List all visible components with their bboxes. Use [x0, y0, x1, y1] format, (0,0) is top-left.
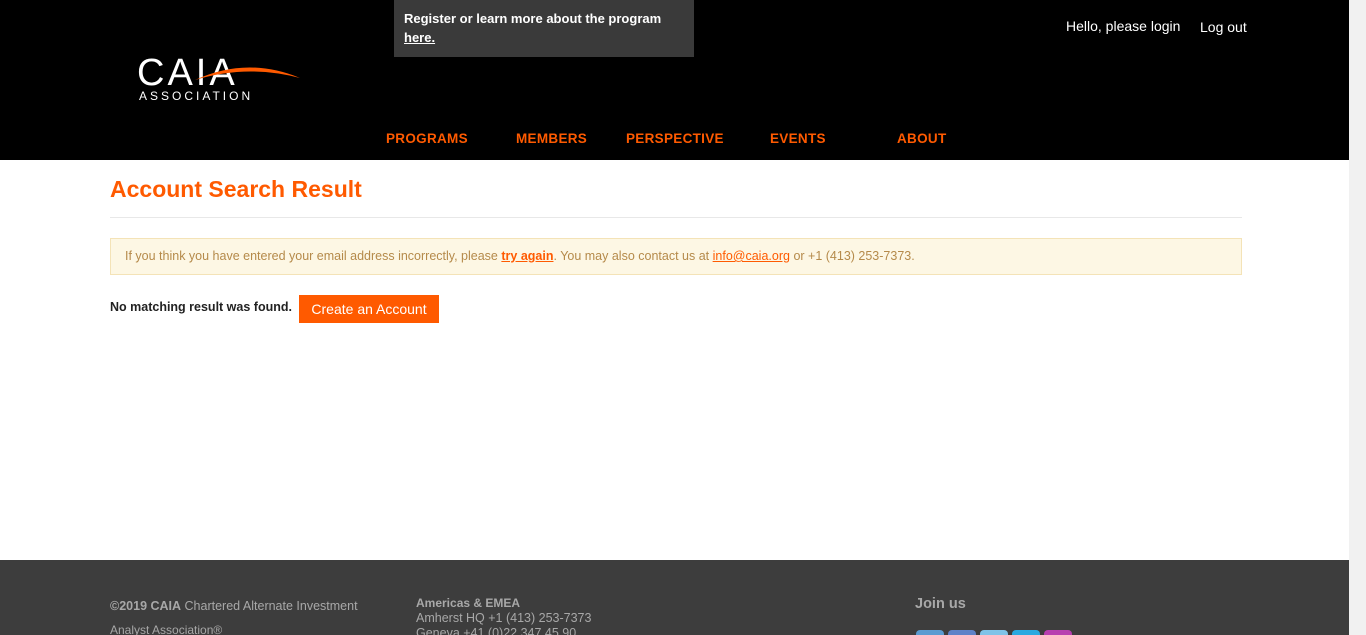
page-scrollbar[interactable]: [1349, 0, 1366, 635]
info-alert: If you think you have entered your email…: [110, 238, 1242, 275]
facebook-icon[interactable]: [948, 630, 976, 635]
join-us-heading: Join us: [915, 596, 966, 612]
alert-prefix: If you think you have entered your email…: [125, 249, 498, 263]
twitter-icon[interactable]: [1012, 630, 1040, 635]
social-links: [916, 630, 1072, 635]
login-greeting[interactable]: Hello, please login: [1066, 18, 1180, 34]
nav-about[interactable]: ABOUT: [897, 131, 947, 146]
copyright-line-2: Analyst Association®: [110, 623, 223, 635]
title-divider: [110, 217, 1242, 218]
nav-events[interactable]: EVENTS: [770, 131, 826, 146]
promo-link[interactable]: here.: [404, 30, 435, 45]
create-account-button[interactable]: Create an Account: [299, 295, 439, 323]
try-again-link[interactable]: try again: [501, 249, 553, 263]
copyright-year: ©2019 CAIA: [110, 599, 182, 613]
caia-logo[interactable]: CAIA ASSOCIATION: [137, 48, 302, 104]
alert-suffix: or +1 (413) 253-7373.: [793, 249, 915, 263]
main-nav: PROGRAMS MEMBERS PERSPECTIVE EVENTS ABOU…: [0, 131, 1349, 151]
promo-text: Register or learn more about the program: [404, 11, 662, 26]
copyright-line: ©2019 CAIA Chartered Alternate Investmen…: [110, 599, 358, 613]
geneva-phone: Geneva +41 (0)22 347 45 90: [416, 626, 577, 635]
youtube-icon[interactable]: [980, 630, 1008, 635]
site-header: CAIA ASSOCIATION Register or learn more …: [0, 0, 1349, 160]
email-link[interactable]: info@caia.org: [713, 249, 790, 263]
region-title: Americas & EMEA: [416, 596, 521, 610]
copyright-rest: Chartered Alternate Investment: [184, 599, 358, 613]
alert-middle: . You may also contact us at: [553, 249, 710, 263]
site-footer: ©2019 CAIA Chartered Alternate Investmen…: [0, 560, 1349, 635]
hq-phone: Amherst HQ +1 (413) 253-7373: [416, 611, 592, 625]
nav-programs[interactable]: PROGRAMS: [386, 131, 468, 146]
logo-subtext: ASSOCIATION: [139, 89, 253, 103]
instagram-icon[interactable]: [1044, 630, 1072, 635]
promo-banner: Register or learn more about the program…: [394, 0, 694, 57]
no-result-text: No matching result was found.: [110, 300, 292, 314]
page-title: Account Search Result: [110, 176, 362, 202]
nav-members[interactable]: MEMBERS: [516, 131, 587, 146]
linkedin-icon[interactable]: [916, 630, 944, 635]
logout-link[interactable]: Log out: [1200, 19, 1247, 35]
nav-perspective[interactable]: PERSPECTIVE: [626, 131, 724, 146]
